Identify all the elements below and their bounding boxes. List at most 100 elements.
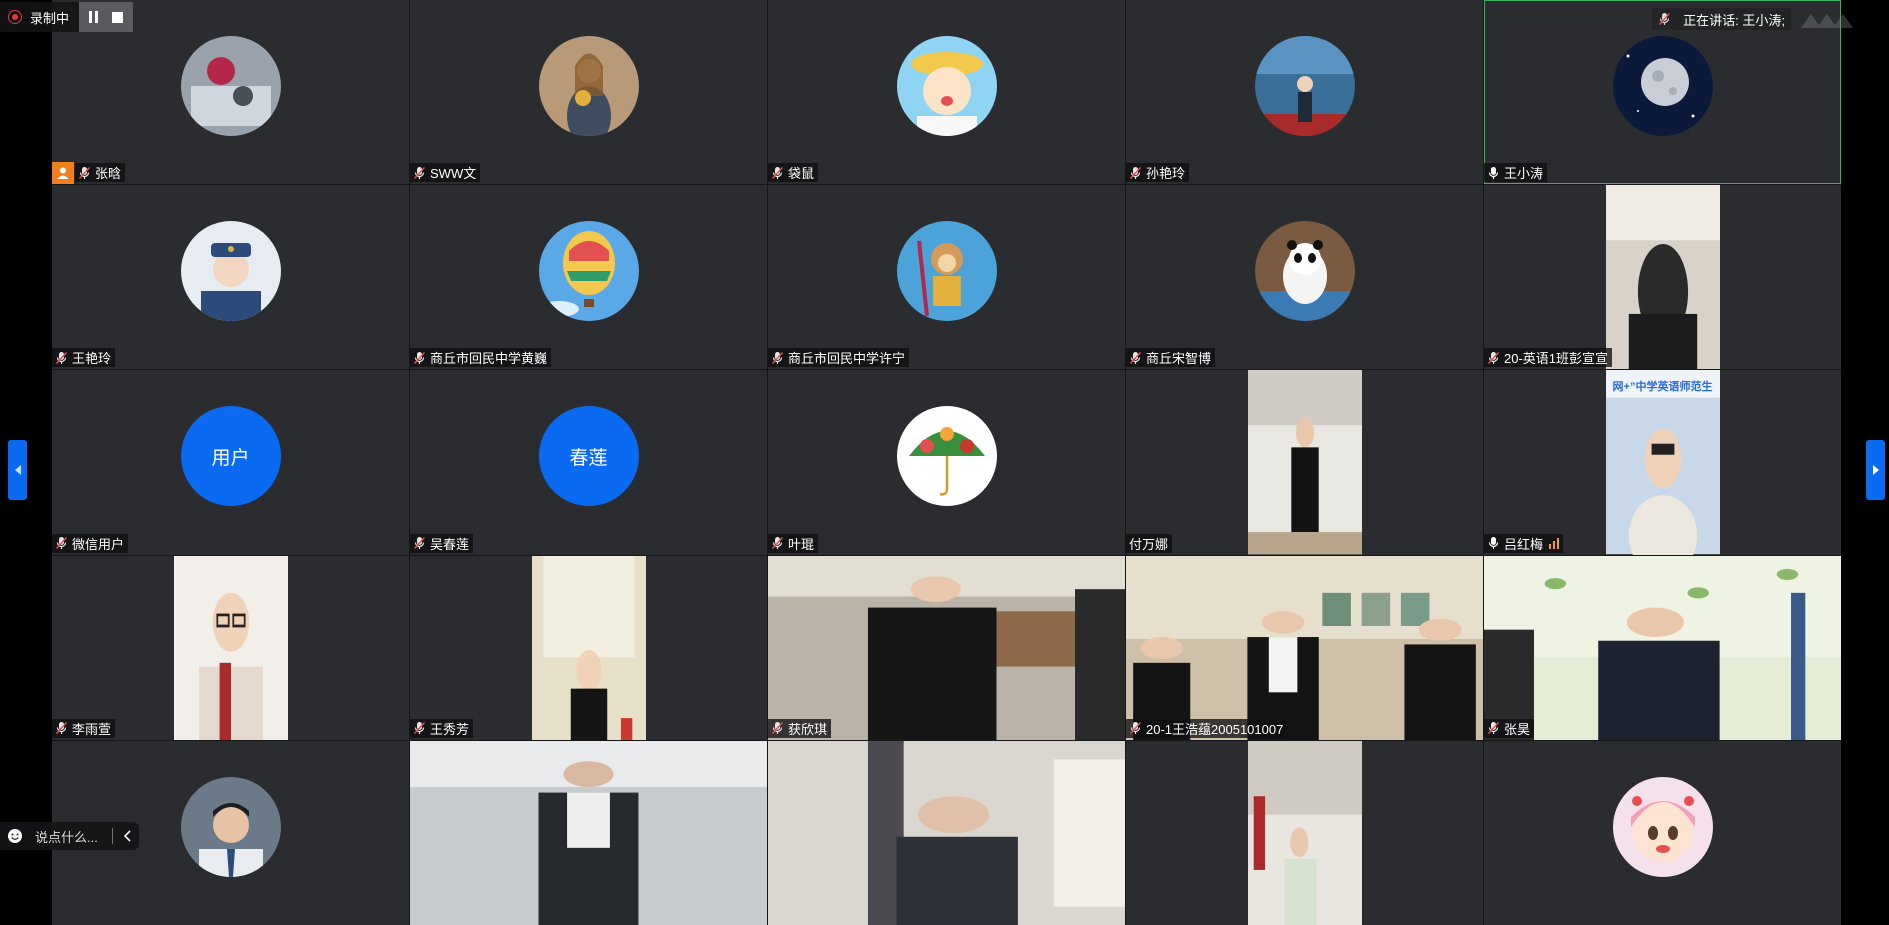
video-frame bbox=[768, 740, 1125, 925]
video-feed bbox=[1484, 555, 1841, 740]
avatar-image bbox=[538, 36, 639, 137]
participant-name-chip: 张晗 bbox=[75, 163, 126, 183]
stop-icon[interactable] bbox=[112, 11, 124, 23]
name-bar: 王艳玲 bbox=[52, 348, 116, 368]
participant-tile[interactable]: 袋鼠 bbox=[768, 0, 1125, 185]
prev-page-button[interactable] bbox=[8, 440, 27, 500]
mic-muted-icon bbox=[78, 166, 91, 179]
participant-name: 商丘宋智博 bbox=[1146, 351, 1212, 367]
participant-name-chip: 张昊 bbox=[1484, 718, 1535, 738]
video-feed bbox=[1126, 555, 1483, 740]
recording-label: 录制中 bbox=[30, 10, 70, 26]
participant-tile[interactable]: 商丘市回民中学黄巍 bbox=[410, 185, 767, 370]
participant-tile[interactable]: 叶琨 bbox=[768, 370, 1125, 555]
video-frame bbox=[1605, 185, 1720, 370]
participant-tile[interactable]: 王艳玲 bbox=[52, 185, 409, 370]
participant-name: 吕红梅 bbox=[1504, 536, 1544, 552]
name-bar: 商丘市回民中学许宁 bbox=[768, 348, 910, 368]
participant-tile[interactable]: 春莲 吴春莲 bbox=[410, 370, 767, 555]
participant-tile[interactable] bbox=[768, 740, 1125, 925]
video-frame bbox=[531, 555, 646, 740]
collapse-chevron-icon[interactable] bbox=[123, 830, 133, 842]
participant-tile[interactable]: 商丘市回民中学许宁 bbox=[768, 185, 1125, 370]
participant-tile[interactable]: 付万娜 bbox=[1126, 370, 1483, 555]
pause-icon[interactable] bbox=[89, 11, 99, 23]
video-frame bbox=[1484, 555, 1841, 740]
name-bar: 叶琨 bbox=[768, 533, 819, 553]
avatar-image bbox=[1612, 36, 1713, 137]
name-bar: 吕红梅 bbox=[1484, 533, 1564, 553]
participant-name: 20-英语1班彭宣宣 bbox=[1504, 351, 1609, 367]
video-banner-text: 网+”中学英语师范生 bbox=[1612, 381, 1713, 394]
avatar: 用户 bbox=[180, 406, 281, 507]
avatar bbox=[180, 221, 281, 322]
avatar bbox=[538, 36, 639, 137]
participant-tile[interactable]: 商丘宋智博 bbox=[1126, 185, 1483, 370]
video-frame bbox=[1247, 740, 1362, 925]
chevron-left-icon bbox=[14, 465, 21, 475]
name-bar: 吴春莲 bbox=[410, 533, 474, 553]
next-page-button[interactable] bbox=[1866, 440, 1885, 500]
mic-muted-icon bbox=[413, 722, 426, 735]
avatar bbox=[1612, 776, 1713, 877]
mic-icon bbox=[1488, 537, 1499, 550]
recording-status: 录制中 bbox=[0, 2, 80, 32]
participant-name-chip: 孙艳玲 bbox=[1126, 163, 1190, 183]
avatar-image bbox=[1254, 36, 1355, 137]
mic-muted-icon bbox=[771, 351, 784, 364]
participant-tile[interactable]: 获欣琪 bbox=[768, 555, 1125, 740]
emoji-icon[interactable] bbox=[7, 828, 23, 844]
participant-tile[interactable]: 李雨萱 bbox=[52, 555, 409, 740]
participant-name-chip: 吕红梅 bbox=[1484, 533, 1564, 553]
participant-tile[interactable]: 孙艳玲 bbox=[1126, 0, 1483, 185]
signal-icon bbox=[1549, 537, 1560, 550]
speaking-label: 正在讲话: 王小涛; bbox=[1683, 12, 1785, 28]
participant-name-chip: 获欣琪 bbox=[768, 718, 832, 738]
participant-tile[interactable] bbox=[1126, 740, 1483, 925]
participant-name: 袋鼠 bbox=[788, 166, 815, 182]
name-bar: 20-英语1班彭宣宣 bbox=[1484, 348, 1613, 368]
avatar-image bbox=[896, 36, 997, 137]
mic-muted-icon bbox=[1659, 13, 1671, 25]
participant-name: 付万娜 bbox=[1129, 536, 1169, 552]
participant-tile[interactable] bbox=[1484, 740, 1841, 925]
mic-muted-icon bbox=[55, 351, 68, 364]
video-feed bbox=[768, 740, 1125, 925]
participant-name: 李雨萱 bbox=[72, 721, 112, 737]
record-dot-icon bbox=[8, 10, 22, 24]
video-feed bbox=[1247, 740, 1362, 925]
participant-name: 商丘市回民中学黄巍 bbox=[430, 351, 548, 367]
avatar bbox=[1254, 221, 1355, 322]
name-bar: 王秀芳 bbox=[410, 718, 474, 738]
participant-name-chip: 微信用户 bbox=[52, 533, 129, 553]
avatar bbox=[896, 221, 997, 322]
video-feed bbox=[531, 555, 646, 740]
avatar-image bbox=[180, 776, 281, 877]
mic-muted-icon bbox=[771, 537, 784, 550]
chat-bar[interactable]: 说点什么... bbox=[0, 822, 139, 850]
video-feed bbox=[768, 555, 1125, 740]
video-frame bbox=[1247, 370, 1362, 555]
participant-tile[interactable]: SWW文 bbox=[410, 0, 767, 185]
mic-icon bbox=[1488, 166, 1499, 179]
avatar-image bbox=[896, 406, 997, 507]
participant-name-chip: 20-英语1班彭宣宣 bbox=[1484, 348, 1613, 368]
name-bar: 20-1王浩蕴2005101007 bbox=[1126, 718, 1288, 738]
chat-input[interactable]: 说点什么... bbox=[35, 827, 98, 846]
video-feed bbox=[410, 740, 767, 925]
host-icon bbox=[52, 161, 74, 184]
watermark-logo-icon bbox=[1801, 14, 1853, 28]
participant-tile[interactable]: 王秀芳 bbox=[410, 555, 767, 740]
avatar-image bbox=[1254, 221, 1355, 322]
chat-divider bbox=[111, 828, 113, 844]
participant-tile[interactable]: 用户微信用户 bbox=[52, 370, 409, 555]
participant-tile[interactable]: 20-英语1班彭宣宣 bbox=[1484, 185, 1841, 370]
speaking-indicator: 正在讲话: 王小涛; bbox=[1652, 8, 1791, 30]
name-bar: 商丘市回民中学黄巍 bbox=[410, 348, 552, 368]
name-bar: SWW文 bbox=[410, 163, 481, 183]
participant-tile[interactable]: 网+”中学英语师范生吕红梅 bbox=[1484, 370, 1841, 555]
participant-tile[interactable]: 张昊 bbox=[1484, 555, 1841, 740]
participant-tile[interactable]: 20-1王浩蕴2005101007 bbox=[1126, 555, 1483, 740]
participant-tile[interactable] bbox=[410, 740, 767, 925]
video-grid: 张晗 SWW文 袋鼠 孙艳玲 王小涛 王艳玲 商丘市回民中学黄巍 商丘市回民中学许宁 商丘宋智博… bbox=[52, 0, 1841, 925]
